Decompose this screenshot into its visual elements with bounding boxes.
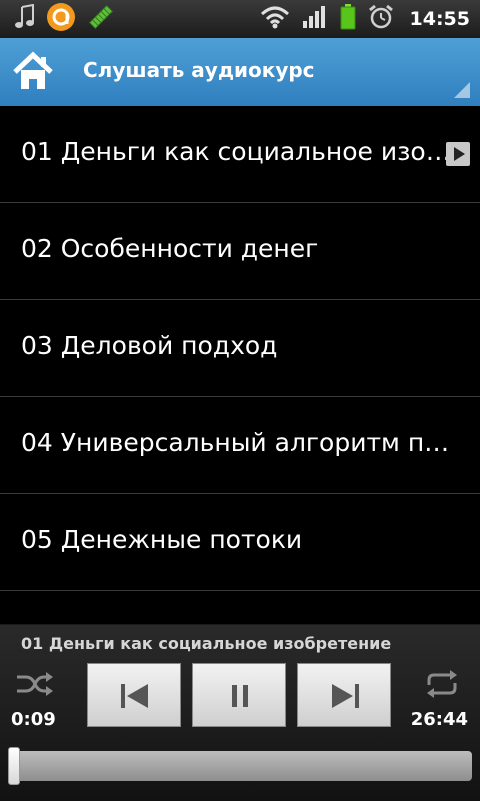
track-title: 01 Деньги как социальное изо… [21, 137, 451, 166]
music-note-icon [14, 3, 36, 34]
track-item-03[interactable]: 03 Деловой подход [0, 300, 480, 397]
next-button[interactable] [297, 663, 391, 727]
progress-bar[interactable] [8, 747, 472, 785]
app-notification-icon [46, 2, 76, 36]
signal-icon [302, 5, 328, 33]
status-bar: 14:55 [0, 0, 480, 38]
home-icon [12, 51, 54, 97]
page-title: Слушать аудиокурс [83, 58, 315, 82]
elapsed-time: 0:09 [11, 709, 56, 730]
usb-debug-icon [86, 2, 116, 36]
track-item-04[interactable]: 04 Универсальный алгоритм п… [0, 397, 480, 494]
now-playing-icon [446, 142, 470, 166]
track-title: 05 Денежные потоки [21, 525, 303, 554]
wifi-icon [260, 5, 290, 33]
previous-icon [88, 684, 182, 732]
pause-icon [193, 685, 287, 732]
track-item-02[interactable]: 02 Особенности денег [0, 203, 480, 300]
previous-button[interactable] [87, 663, 181, 727]
shuffle-button[interactable] [14, 669, 54, 699]
status-time: 14:55 [409, 8, 470, 30]
track-title: 03 Деловой подход [21, 331, 278, 360]
player-panel: 01 Деньги как социальное изобретение 0:0… [0, 624, 480, 801]
track-item-06[interactable] [0, 591, 480, 624]
shuffle-icon [14, 672, 54, 703]
track-title: 02 Особенности денег [21, 234, 319, 263]
progress-thumb[interactable] [8, 747, 20, 785]
now-playing-title: 01 Деньги как социальное изобретение [21, 634, 392, 653]
overflow-corner-icon[interactable] [454, 82, 470, 98]
track-item-05[interactable]: 05 Денежные потоки [0, 494, 480, 591]
repeat-button[interactable] [422, 669, 462, 699]
alarm-icon [368, 4, 394, 34]
track-title: 04 Универсальный алгоритм п… [21, 428, 450, 457]
pause-button[interactable] [192, 663, 286, 727]
track-list: 01 Деньги как социальное изо… 02 Особенн… [0, 106, 480, 624]
home-button[interactable] [12, 51, 54, 93]
total-time: 26:44 [410, 709, 468, 730]
action-bar: Слушать аудиокурс [0, 38, 480, 106]
track-item-01[interactable]: 01 Деньги как социальное изо… [0, 106, 480, 203]
next-icon [298, 684, 392, 732]
repeat-icon [422, 670, 462, 703]
battery-icon [340, 4, 356, 34]
